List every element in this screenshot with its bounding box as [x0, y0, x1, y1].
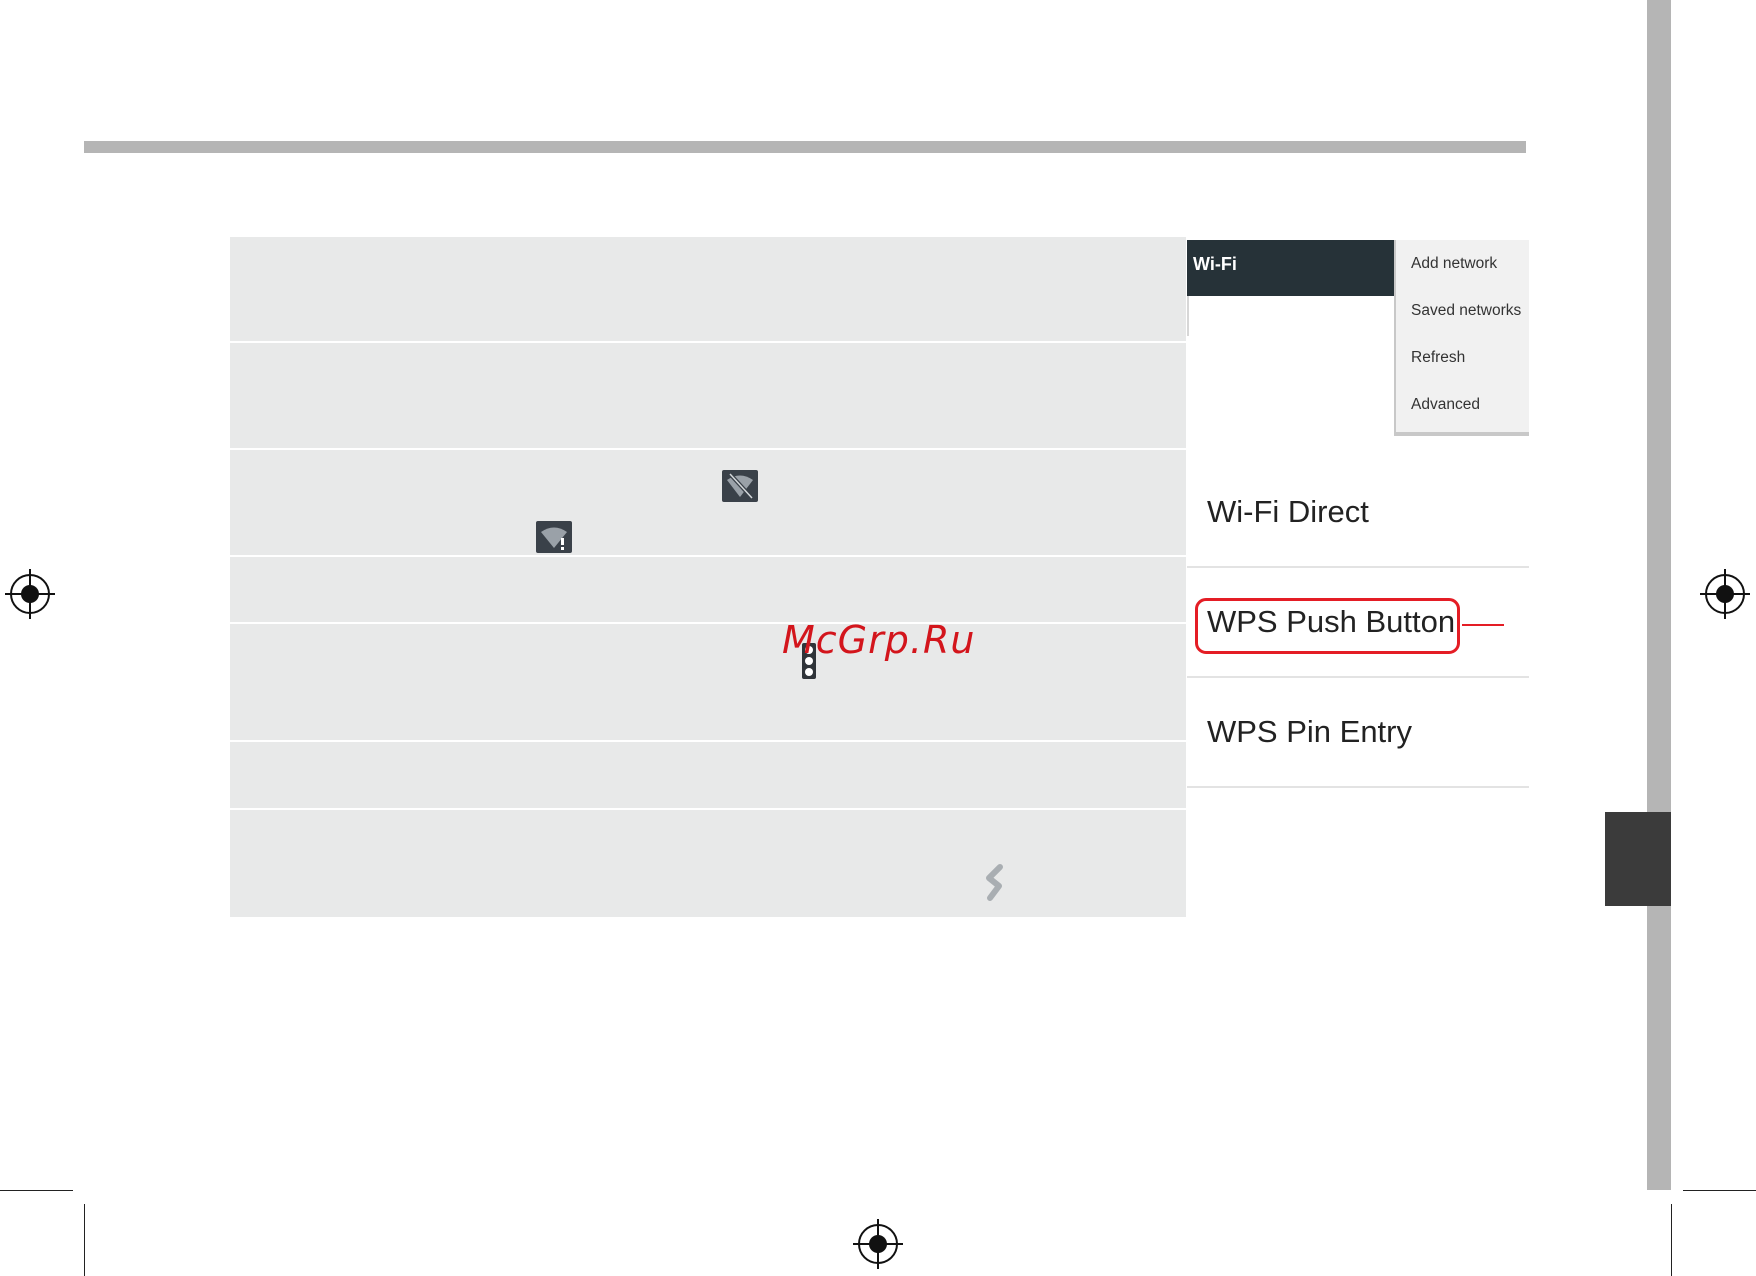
option-wifi-direct[interactable]: Wi-Fi Direct: [1187, 458, 1529, 568]
menu-item-refresh[interactable]: Refresh: [1411, 349, 1465, 367]
crop-mark-left-h: [0, 1190, 73, 1191]
table-row: [230, 557, 1186, 624]
table-row: [230, 237, 1186, 343]
appbar-shadow: [1187, 296, 1189, 336]
menu-item-saved-networks[interactable]: Saved networks: [1411, 302, 1521, 320]
wps-push-button-highlight: [1195, 598, 1460, 654]
registration-mark-left: [5, 569, 55, 619]
instruction-table: [230, 237, 1186, 917]
registration-mark-bottom: [853, 1219, 903, 1269]
table-row: [230, 742, 1186, 810]
wifi-appbar: Wi-Fi: [1187, 240, 1397, 296]
wifi-off-icon: [722, 470, 758, 502]
appbar-title: Wi-Fi: [1193, 254, 1237, 274]
header-rule: [84, 141, 1526, 153]
crop-mark-right-v: [1671, 1204, 1672, 1276]
wifi-alert-icon: [536, 521, 572, 553]
table-row: [230, 624, 1186, 742]
option-label: WPS Pin Entry: [1207, 714, 1412, 749]
menu-item-advanced[interactable]: Advanced: [1411, 396, 1480, 414]
menu-item-add-network[interactable]: Add network: [1411, 255, 1497, 273]
refresh-link-icon: [986, 864, 1003, 901]
callout-line: [1462, 624, 1504, 626]
table-row: [230, 343, 1186, 450]
overflow-menu: Add network Saved networks Refresh Advan…: [1394, 240, 1529, 436]
option-wps-pin-entry[interactable]: WPS Pin Entry: [1187, 678, 1529, 788]
registration-mark-right: [1700, 569, 1750, 619]
watermark: McGrp.Ru: [782, 618, 976, 662]
table-row: [230, 810, 1186, 917]
crop-mark-left-v: [84, 1204, 85, 1276]
page-edge-strip: [1647, 0, 1671, 1190]
wifi-settings-screenshot: Wi-Fi Add network Saved networks Refresh…: [1187, 240, 1529, 796]
chapter-tab: [1605, 812, 1671, 906]
option-label: Wi-Fi Direct: [1207, 494, 1369, 529]
table-row: [230, 450, 1186, 557]
crop-mark-right-h: [1683, 1190, 1756, 1191]
